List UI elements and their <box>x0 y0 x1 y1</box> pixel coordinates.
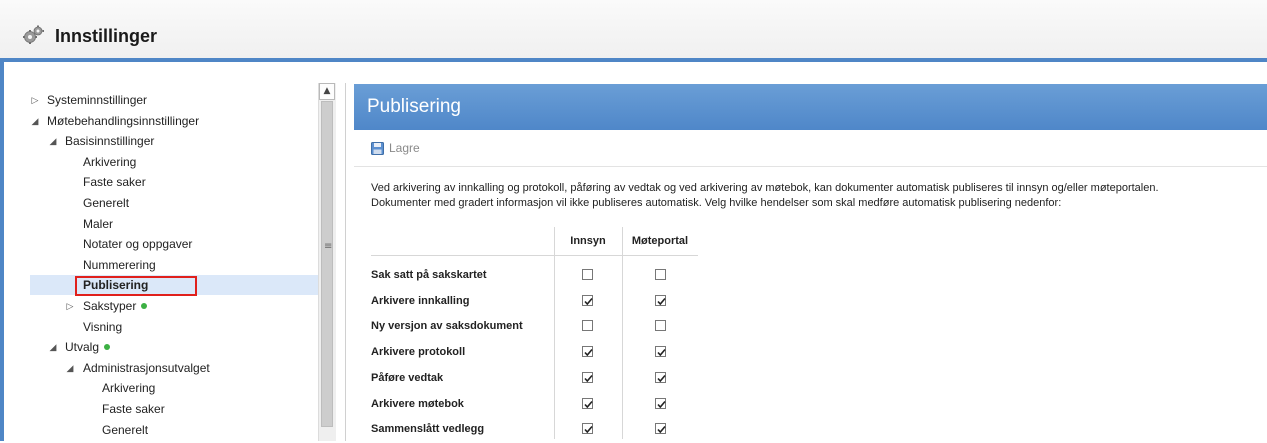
tree-item[interactable]: Faste saker <box>30 172 318 192</box>
tree-item[interactable]: Arkivering <box>30 152 318 172</box>
table-row: Sammenslått vedlegg <box>371 418 701 443</box>
checkbox-innsyn[interactable] <box>582 397 593 409</box>
tree-item[interactable]: Generelt <box>30 193 318 213</box>
tree-item[interactable]: Maler <box>30 214 318 234</box>
tree-item[interactable]: Faste saker <box>30 399 318 419</box>
toolbar: Lagre <box>371 140 491 160</box>
panel-title: Publisering <box>367 96 461 117</box>
tree-item-label: Administrasjonsutvalget <box>83 360 210 375</box>
tree-item-label: Faste saker <box>83 175 146 190</box>
checkbox-innsyn[interactable] <box>582 269 593 280</box>
save-button[interactable]: Lagre <box>389 141 420 155</box>
collapse-arrow-icon[interactable]: ◢ <box>30 111 40 131</box>
tree-item[interactable]: Nummerering <box>30 255 318 275</box>
tree-item-label: Generelt <box>83 196 130 210</box>
checkbox-moteportal[interactable] <box>655 346 666 358</box>
checkbox-moteportal[interactable] <box>655 320 666 332</box>
row-label: Ny versjon av saksdokument <box>371 320 523 333</box>
checkbox-innsyn[interactable] <box>582 371 593 383</box>
expand-arrow-icon[interactable]: ▷ <box>30 90 40 110</box>
tree-item-label: Arkivering <box>102 381 156 396</box>
tree-item[interactable]: Visning <box>30 317 318 337</box>
column-header-innsyn: Innsyn <box>570 235 606 247</box>
collapse-arrow-icon[interactable]: ◢ <box>65 358 75 378</box>
window-title: Innstillinger <box>55 26 158 46</box>
column-header-moteportal: Møteportal <box>631 235 689 247</box>
row-label: Arkivere protokoll <box>371 346 466 359</box>
panel-divider[interactable] <box>345 83 346 441</box>
row-label: Arkivere møtebok <box>371 397 464 410</box>
tree-item-label: Notater og oppgaver <box>83 237 193 252</box>
description-line-2: Dokumenter med gradert informasjon vil i… <box>371 197 1062 209</box>
status-dot-icon <box>141 303 148 309</box>
checkbox-moteportal[interactable] <box>655 397 666 409</box>
tree-item[interactable]: ▷ Sakstyper <box>30 296 318 316</box>
description-line-1: Ved arkivering av innkalling og protokol… <box>371 182 1159 194</box>
table-row: Arkivere møtebok <box>371 393 701 418</box>
tree-item[interactable]: ◢ Møtebehandlingsinnstillinger <box>30 111 318 131</box>
tree-item-label: Utvalg <box>65 337 111 357</box>
tree-item-label: Generelt <box>102 422 149 437</box>
tree-item[interactable]: ◢ Basisinnstillinger <box>30 131 318 151</box>
tree-item[interactable]: Notater og oppgaver <box>30 234 318 254</box>
expand-arrow-icon[interactable]: ▷ <box>65 296 75 316</box>
row-label: Sak satt på sakskartet <box>371 269 487 281</box>
row-label: Påføre vedtak <box>371 371 444 384</box>
tree-item[interactable]: ◢ Administrasjonsutvalget <box>30 358 318 378</box>
tree-item-label: Nummerering <box>83 257 156 272</box>
table-row: Sak satt på sakskartet <box>371 264 701 289</box>
description: Ved arkivering av innkalling og protokol… <box>371 181 1261 211</box>
tree-item-label: Basisinnstillinger <box>65 134 155 149</box>
tree-item[interactable]: ▷ Systeminnstillinger <box>30 90 318 110</box>
grip-icon: ≡ <box>324 241 333 252</box>
checkbox-innsyn[interactable] <box>582 320 593 332</box>
tree-item[interactable]: Arkivering <box>30 378 318 398</box>
table-row: Arkivere protokoll <box>371 341 701 366</box>
window-titlebar: Innstillinger <box>0 0 1267 59</box>
checkbox-innsyn[interactable] <box>582 346 593 358</box>
scroll-thumb[interactable]: ≡ <box>321 101 333 427</box>
selection-highlight-box <box>75 276 197 296</box>
settings-tree: ▷ Systeminnstillinger ◢ Møtebehandlingsinns… <box>30 83 318 441</box>
checkbox-moteportal[interactable] <box>655 371 666 383</box>
table-row: Arkivere innkalling <box>371 290 701 315</box>
tree-item[interactable]: ◢ Utvalg <box>30 337 318 357</box>
panel-header: Publisering <box>354 84 1267 130</box>
tree-item-label: Sakstyper <box>83 296 148 316</box>
tree-item-label: Faste saker <box>102 402 165 416</box>
floppy-disk-icon[interactable] <box>371 142 384 158</box>
collapse-arrow-icon[interactable]: ◢ <box>48 337 58 357</box>
tree-item-label: Maler <box>83 216 114 231</box>
checkbox-innsyn[interactable] <box>582 423 593 435</box>
scroll-up-button[interactable]: ▲ <box>319 83 335 100</box>
tree-item-label: Visning <box>83 319 123 334</box>
collapse-arrow-icon[interactable]: ◢ <box>48 131 58 151</box>
header-underline <box>371 255 698 256</box>
tree-item[interactable]: Generelt <box>30 420 318 440</box>
checkbox-moteportal[interactable] <box>655 294 666 306</box>
gears-icon <box>22 25 44 48</box>
tree-item-label: Systeminnstillinger <box>47 93 148 107</box>
table-row: Ny versjon av saksdokument <box>371 315 701 340</box>
tree-item-label: Arkivering <box>83 154 137 169</box>
checkbox-innsyn[interactable] <box>582 294 593 306</box>
row-label: Arkivere innkalling <box>371 294 470 307</box>
checkbox-moteportal[interactable] <box>655 269 666 280</box>
row-label: Sammenslått vedlegg <box>371 423 485 436</box>
tree-scrollbar[interactable]: ▲ ≡ <box>318 83 336 441</box>
status-dot-icon <box>104 344 111 351</box>
toolbar-separator <box>354 166 1267 167</box>
tree-item-label: Møtebehandlingsinnstillinger <box>47 113 200 128</box>
table-row: Påføre vedtak <box>371 367 701 392</box>
checkbox-moteportal[interactable] <box>655 423 666 435</box>
